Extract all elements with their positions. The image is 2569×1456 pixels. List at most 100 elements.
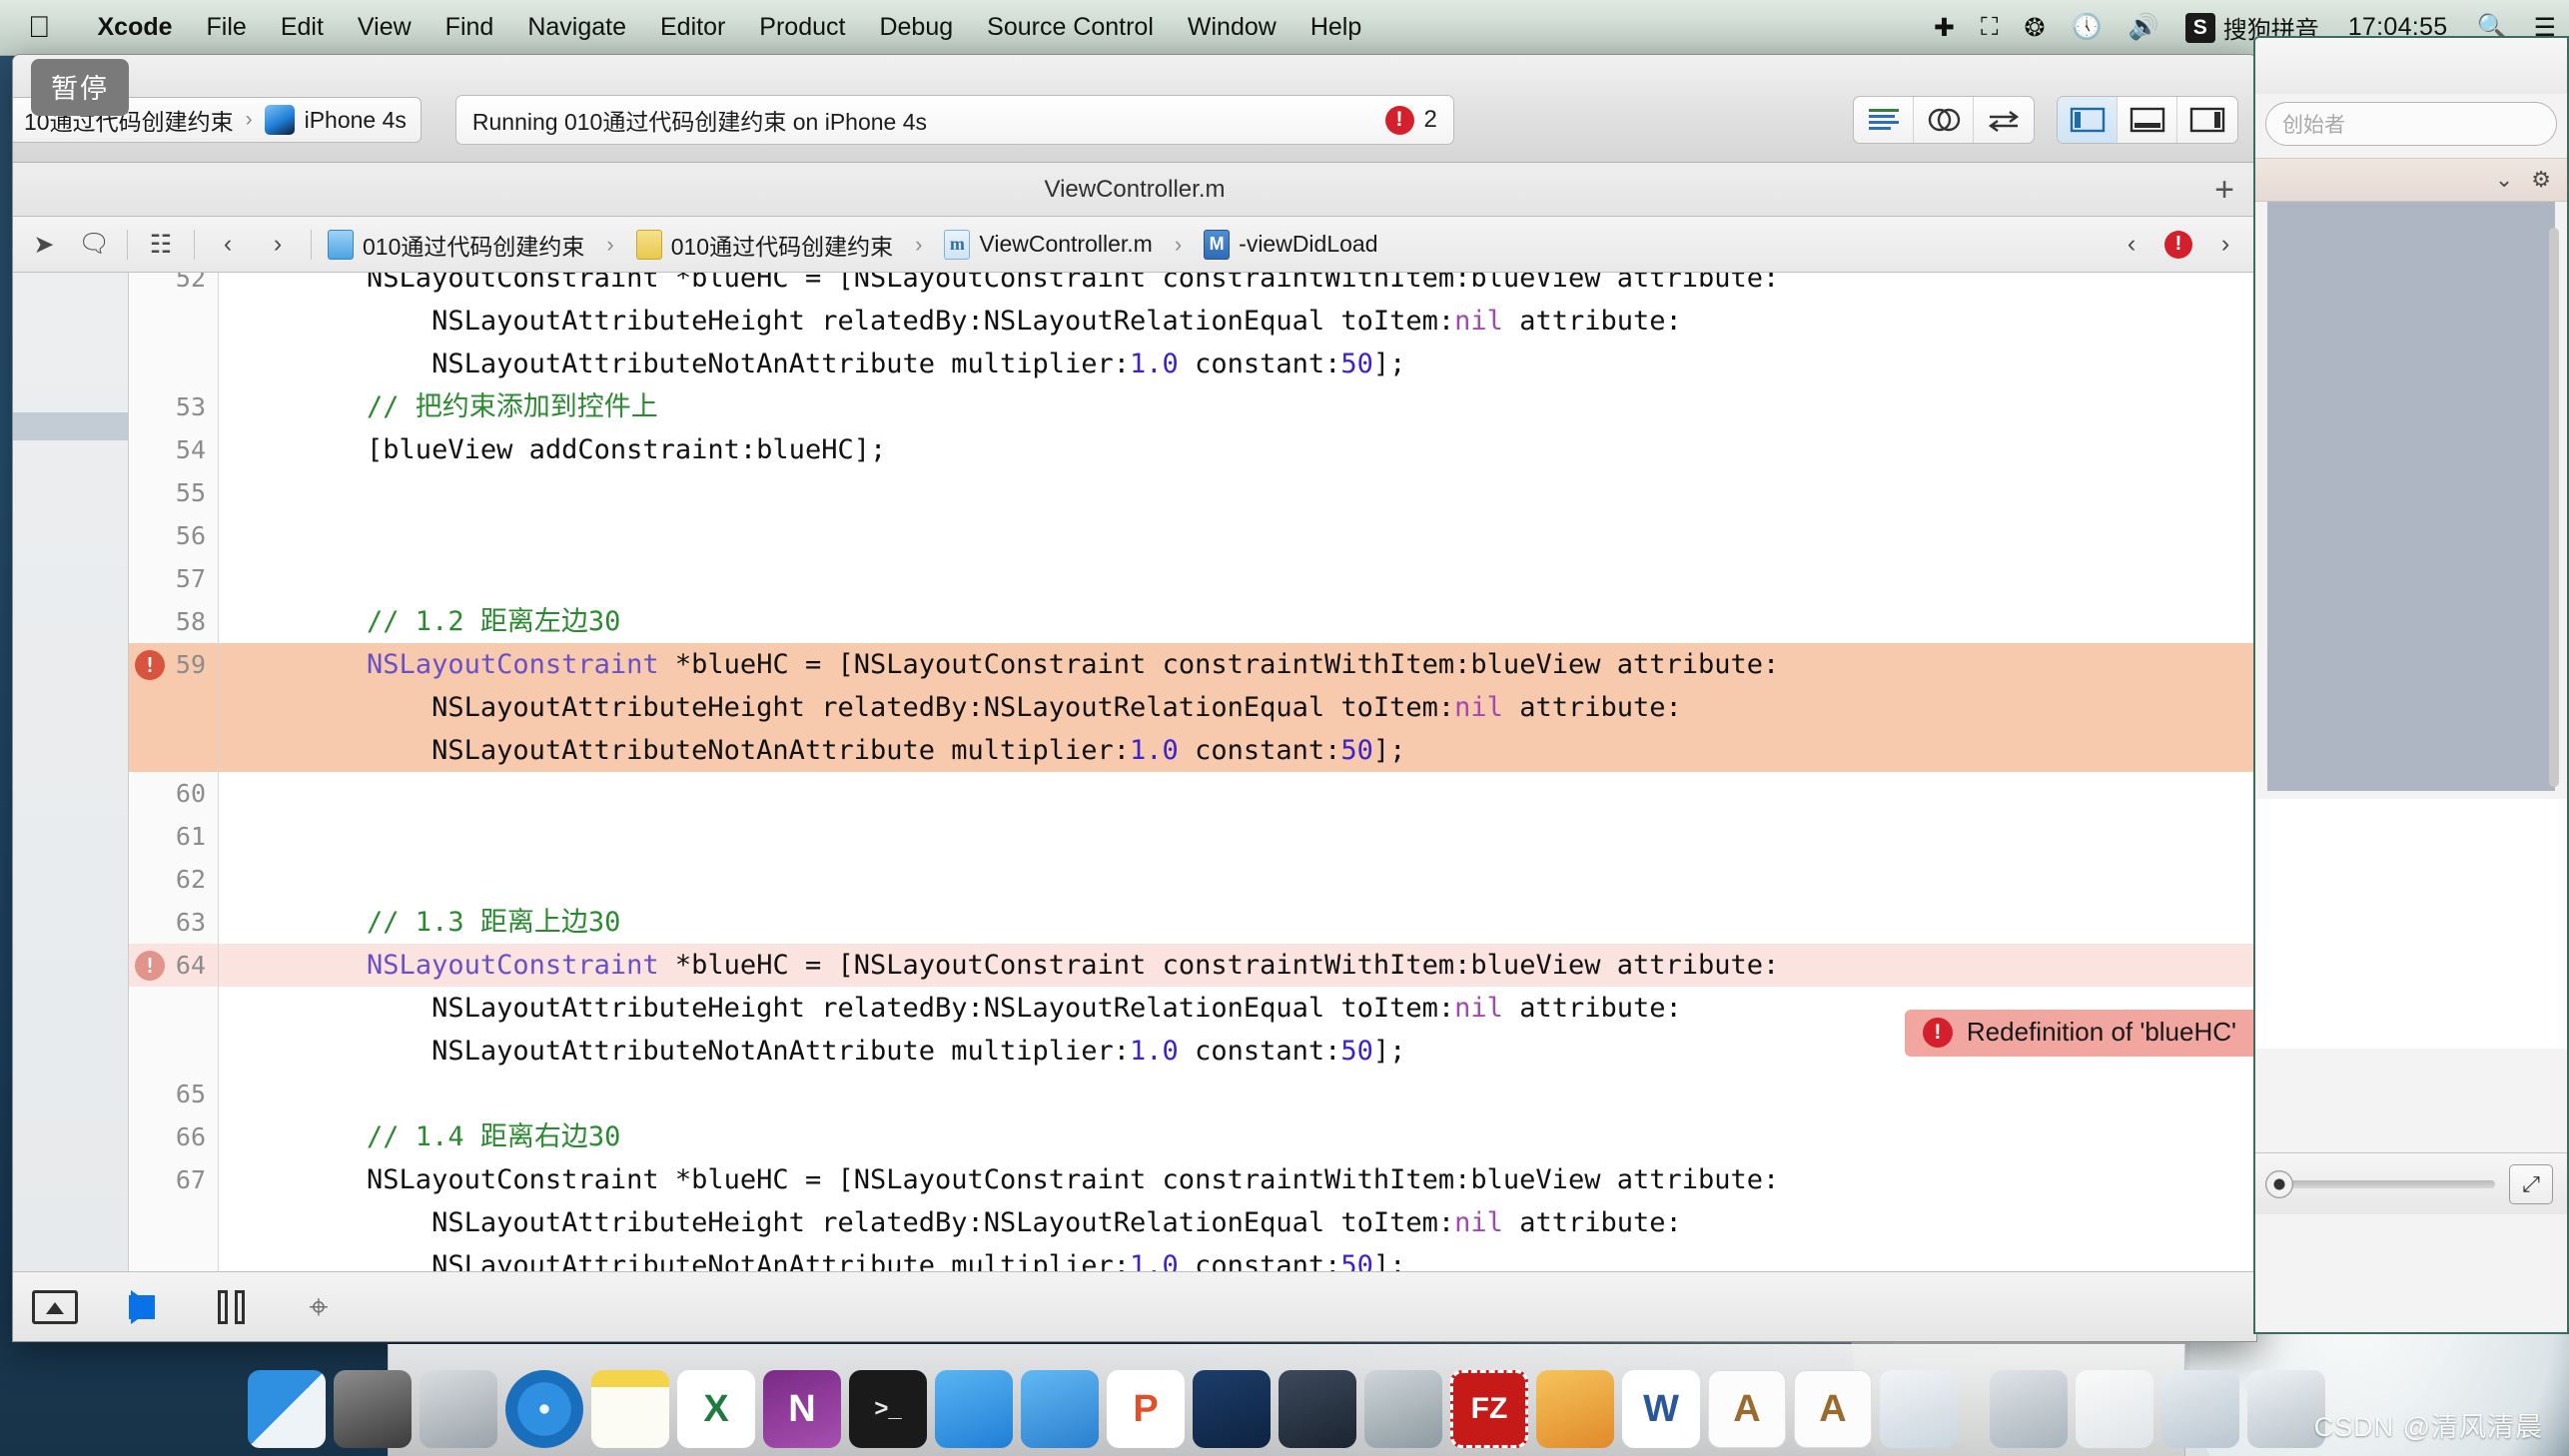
background-window[interactable]: 创始者 ⌄ ⚙ ⤢ <box>2253 36 2569 1334</box>
timemachine-icon[interactable]: 🕔 <box>2058 13 2115 42</box>
pause-icon[interactable] <box>207 1289 255 1325</box>
code-line[interactable]: NSLayoutAttributeNotAnAttribute multipli… <box>219 729 2256 772</box>
menu-item-navigate[interactable]: Navigate <box>510 13 643 42</box>
preview-icon[interactable] <box>1880 1370 1958 1448</box>
code-line[interactable]: // 1.3 距离上边30 <box>219 901 2256 944</box>
gutter-error-icon[interactable]: ! <box>135 650 165 680</box>
simulator-icon[interactable] <box>1021 1370 1099 1448</box>
finder-icon[interactable] <box>248 1370 326 1448</box>
navigator-panel[interactable] <box>13 273 129 1271</box>
code-line[interactable]: [blueView addConstraint:blueHC]; <box>219 428 2256 471</box>
code-line[interactable]: // 1.4 距离右边30 <box>219 1115 2256 1158</box>
code-line[interactable] <box>219 557 2256 600</box>
line-number[interactable]: 61 <box>136 815 206 858</box>
chevron-left-arrow-icon[interactable]: ➤ <box>27 230 61 260</box>
navigator-toggle-icon[interactable] <box>2058 97 2118 143</box>
navigator-selected-row[interactable] <box>13 412 128 440</box>
menu-item-help[interactable]: Help <box>1293 13 1378 42</box>
menu-item-product[interactable]: Product <box>742 13 862 42</box>
menu-item-file[interactable]: File <box>190 13 264 42</box>
debug-area-toggle-icon[interactable] <box>2118 97 2177 143</box>
utilities-toggle-icon[interactable] <box>2177 97 2237 143</box>
filezilla-icon[interactable]: FZ <box>1450 1370 1528 1448</box>
menu-item-edit[interactable]: Edit <box>264 13 341 42</box>
code-line[interactable]: NSLayoutAttributeNotAnAttribute multipli… <box>219 1244 2256 1271</box>
code-line[interactable]: NSLayoutConstraint *blueHC = [NSLayoutCo… <box>219 944 2256 987</box>
menu-item-window[interactable]: Window <box>1171 13 1293 42</box>
screen-record-icon[interactable]: ⛶ <box>1968 13 2012 42</box>
safari-icon[interactable] <box>505 1370 583 1448</box>
menu-item-source-control[interactable]: Source Control <box>970 13 1171 42</box>
previous-issue-icon[interactable]: ‹ <box>2115 230 2148 259</box>
quicktime-icon[interactable] <box>1279 1370 1356 1448</box>
onenote-icon[interactable]: N <box>763 1370 841 1448</box>
standard-editor-icon[interactable] <box>1854 97 1914 143</box>
line-number[interactable]: 60 <box>136 772 206 815</box>
comment-bubble-icon[interactable]: 🗨 <box>77 230 111 259</box>
background-scrollbar[interactable] <box>2545 228 2563 927</box>
xcode-icon[interactable] <box>935 1370 1013 1448</box>
displays-icon[interactable] <box>1990 1370 2068 1448</box>
apple-logo-icon[interactable]:  <box>28 12 51 43</box>
issue-error-badge[interactable]: ! <box>2164 230 2192 259</box>
code-line[interactable]: NSLayoutAttributeNotAnAttribute multipli… <box>219 343 2256 385</box>
show-debug-area-icon[interactable] <box>31 1289 79 1325</box>
launchpad-icon[interactable] <box>420 1370 497 1448</box>
downloads-stack-icon[interactable] <box>2161 1370 2239 1448</box>
line-number[interactable]: 66 <box>136 1115 206 1158</box>
menu-item-debug[interactable]: Debug <box>862 13 970 42</box>
system-preferences-icon[interactable] <box>334 1370 412 1448</box>
code-line[interactable]: // 把约束添加到控件上 <box>219 385 2256 428</box>
chevron-down-icon[interactable]: ⌄ <box>2495 167 2513 193</box>
line-number[interactable]: 56 <box>136 514 206 557</box>
breadcrumb-item-method[interactable]: M -viewDidLoad <box>1204 229 1378 260</box>
step-over-icon[interactable]: ⌖ <box>295 1289 343 1325</box>
code-line[interactable]: NSLayoutAttributeHeight relatedBy:NSLayo… <box>219 1201 2256 1244</box>
line-number[interactable]: 63 <box>136 901 206 944</box>
plus-icon[interactable]: ✚ <box>1921 13 1968 43</box>
line-number[interactable]: 55 <box>136 471 206 514</box>
activity-status-bar[interactable]: Running 010通过代码创建约束 on iPhone 4s ! 2 <box>454 95 1454 145</box>
code-line[interactable] <box>219 471 2256 514</box>
terminal-icon[interactable]: >_ <box>849 1370 927 1448</box>
volume-icon[interactable]: 🔊 <box>2116 13 2172 42</box>
chevron-left-icon[interactable]: ‹ <box>211 230 245 259</box>
code-line[interactable]: NSLayoutConstraint *blueHC = [NSLayoutCo… <box>219 1158 2256 1201</box>
line-number[interactable]: 52 <box>136 273 206 300</box>
code-line[interactable]: NSLayoutAttributeHeight relatedBy:NSLayo… <box>219 686 2256 729</box>
breadcrumb-item-project[interactable]: 010通过代码创建约束 <box>328 228 584 262</box>
code-line[interactable] <box>219 514 2256 557</box>
bluetooth-icon[interactable]: ❂ <box>2011 13 2058 43</box>
line-number[interactable]: 53 <box>136 385 206 428</box>
fullscreen-icon[interactable]: ⤢ <box>2509 1163 2553 1204</box>
document-tab-bar[interactable]: ViewController.m + <box>13 163 2256 217</box>
pdf-expert-icon[interactable]: P <box>1107 1370 1185 1448</box>
code-line[interactable] <box>219 858 2256 901</box>
gutter-error-icon[interactable]: ! <box>135 951 165 981</box>
snip-icon[interactable] <box>1193 1370 1271 1448</box>
code-line[interactable]: NSLayoutConstraint *blueHC = [NSLayoutCo… <box>219 273 2256 300</box>
line-number[interactable]: 62 <box>136 858 206 901</box>
documents-stack-icon[interactable] <box>2076 1370 2153 1448</box>
fontbook2-icon[interactable]: A <box>1794 1370 1872 1448</box>
line-number[interactable]: 54 <box>136 428 206 471</box>
next-issue-icon[interactable]: › <box>2208 230 2242 259</box>
line-number[interactable]: 57 <box>136 557 206 600</box>
fontbook-icon[interactable]: A <box>1708 1370 1786 1448</box>
line-number[interactable]: 58 <box>136 600 206 643</box>
assistant-editor-icon[interactable] <box>1914 97 1974 143</box>
code-line[interactable] <box>219 1073 2256 1115</box>
add-tab-button[interactable]: + <box>2214 173 2234 207</box>
menu-item-editor[interactable]: Editor <box>643 13 742 42</box>
sketch-icon[interactable] <box>1536 1370 1614 1448</box>
excel-icon[interactable]: X <box>677 1370 755 1448</box>
inline-error-bubble[interactable]: ! Redefinition of 'blueHC' <box>1904 1010 2256 1057</box>
chevron-right-icon[interactable]: › <box>261 230 295 259</box>
gear-icon[interactable]: ⚙ <box>2531 167 2551 193</box>
code-line[interactable] <box>219 815 2256 858</box>
stickies-icon[interactable] <box>591 1370 669 1448</box>
line-number[interactable]: 65 <box>136 1073 206 1115</box>
vmware-icon[interactable] <box>1364 1370 1442 1448</box>
version-editor-icon[interactable] <box>1974 97 2034 143</box>
code-line[interactable]: // 1.2 距离左边30 <box>219 600 2256 643</box>
